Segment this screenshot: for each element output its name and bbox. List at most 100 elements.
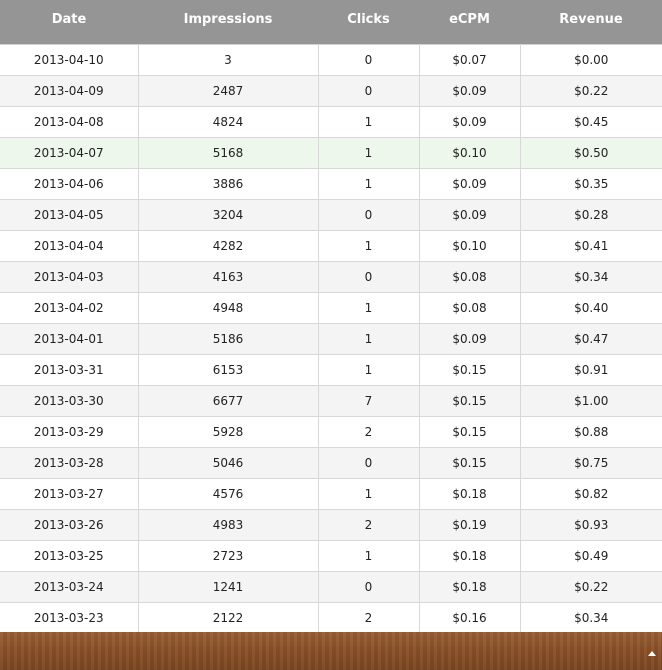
cell-impressions: 4948 (138, 292, 319, 324)
cell-revenue: $0.35 (520, 168, 662, 200)
cell-date: 2013-03-31 (0, 354, 139, 386)
cell-date: 2013-04-08 (0, 106, 139, 138)
column-header-clicks[interactable]: Clicks (318, 0, 419, 45)
cell-ecpm: $0.10 (419, 230, 521, 262)
cell-clicks: 2 (318, 416, 420, 448)
cell-date: 2013-04-10 (0, 44, 139, 76)
cell-revenue: $0.22 (520, 75, 662, 107)
table-row: 2013-03-23 2122 2 $0.16 $0.34 (0, 602, 662, 634)
cell-impressions: 2487 (138, 75, 319, 107)
cell-revenue: $0.22 (520, 571, 662, 603)
cell-clicks: 1 (318, 323, 420, 355)
cell-ecpm: $0.15 (419, 447, 521, 479)
cell-clicks: 7 (318, 385, 420, 417)
column-header-ecpm[interactable]: eCPM (419, 0, 520, 45)
table-row: 2013-04-08 4824 1 $0.09 $0.45 (0, 106, 662, 138)
cell-impressions: 6153 (138, 354, 319, 386)
cell-ecpm: $0.15 (419, 354, 521, 386)
footer-bar (0, 632, 662, 670)
table-row: 2013-03-25 2723 1 $0.18 $0.49 (0, 540, 662, 572)
cell-revenue: $0.49 (520, 540, 662, 572)
column-header-date[interactable]: Date (0, 0, 138, 45)
cell-impressions: 1241 (138, 571, 319, 603)
cell-impressions: 3886 (138, 168, 319, 200)
cell-revenue: $0.34 (520, 602, 662, 634)
chevron-up-icon[interactable] (648, 651, 656, 656)
cell-ecpm: $0.09 (419, 106, 521, 138)
cell-date: 2013-04-03 (0, 261, 139, 293)
cell-revenue: $0.40 (520, 292, 662, 324)
column-header-impressions[interactable]: Impressions (138, 0, 318, 45)
cell-ecpm: $0.10 (419, 137, 521, 169)
cell-date: 2013-03-28 (0, 447, 139, 479)
cell-ecpm: $0.08 (419, 261, 521, 293)
cell-impressions: 4282 (138, 230, 319, 262)
column-header-revenue[interactable]: Revenue (520, 0, 662, 45)
table-row: 2013-04-07 5168 1 $0.10 $0.50 (0, 137, 662, 169)
table-row: 2013-04-09 2487 0 $0.09 $0.22 (0, 75, 662, 107)
table-row: 2013-03-24 1241 0 $0.18 $0.22 (0, 571, 662, 603)
cell-date: 2013-03-27 (0, 478, 139, 510)
cell-date: 2013-04-02 (0, 292, 139, 324)
table-row: 2013-03-27 4576 1 $0.18 $0.82 (0, 478, 662, 510)
cell-ecpm: $0.09 (419, 199, 521, 231)
cell-revenue: $0.50 (520, 137, 662, 169)
cell-clicks: 0 (318, 75, 420, 107)
cell-ecpm: $0.18 (419, 540, 521, 572)
table-row: 2013-04-10 3 0 $0.07 $0.00 (0, 44, 662, 76)
cell-revenue: $0.00 (520, 44, 662, 76)
cell-ecpm: $0.15 (419, 385, 521, 417)
cell-impressions: 5168 (138, 137, 319, 169)
cell-impressions: 2723 (138, 540, 319, 572)
cell-clicks: 0 (318, 447, 420, 479)
cell-clicks: 1 (318, 168, 420, 200)
stats-table: Date Impressions Clicks eCPM Revenue 201… (0, 0, 662, 634)
cell-impressions: 3204 (138, 199, 319, 231)
cell-ecpm: $0.07 (419, 44, 521, 76)
table-row: 2013-03-28 5046 0 $0.15 $0.75 (0, 447, 662, 479)
cell-clicks: 1 (318, 137, 420, 169)
table-row: 2013-04-04 4282 1 $0.10 $0.41 (0, 230, 662, 262)
table-row: 2013-04-02 4948 1 $0.08 $0.40 (0, 292, 662, 324)
cell-revenue: $0.91 (520, 354, 662, 386)
cell-ecpm: $0.09 (419, 75, 521, 107)
cell-revenue: $0.28 (520, 199, 662, 231)
cell-clicks: 0 (318, 571, 420, 603)
cell-impressions: 4824 (138, 106, 319, 138)
cell-impressions: 2122 (138, 602, 319, 634)
table-body: 2013-04-10 3 0 $0.07 $0.00 2013-04-09 2487 0 $0.… (0, 44, 662, 634)
cell-clicks: 0 (318, 44, 420, 76)
table-row: 2013-03-31 6153 1 $0.15 $0.91 (0, 354, 662, 386)
cell-revenue: $1.00 (520, 385, 662, 417)
cell-date: 2013-04-07 (0, 137, 139, 169)
cell-clicks: 1 (318, 478, 420, 510)
cell-ecpm: $0.16 (419, 602, 521, 634)
cell-impressions: 4163 (138, 261, 319, 293)
table-row: 2013-03-29 5928 2 $0.15 $0.88 (0, 416, 662, 448)
cell-impressions: 3 (138, 44, 319, 76)
cell-clicks: 1 (318, 230, 420, 262)
cell-impressions: 5046 (138, 447, 319, 479)
cell-ecpm: $0.19 (419, 509, 521, 541)
page: Date Impressions Clicks eCPM Revenue 201… (0, 0, 662, 670)
header-row: Date Impressions Clicks eCPM Revenue (0, 0, 662, 45)
cell-revenue: $0.45 (520, 106, 662, 138)
cell-impressions: 6677 (138, 385, 319, 417)
cell-ecpm: $0.15 (419, 416, 521, 448)
table-row: 2013-04-06 3886 1 $0.09 $0.35 (0, 168, 662, 200)
cell-clicks: 0 (318, 199, 420, 231)
cell-ecpm: $0.09 (419, 323, 521, 355)
table-row: 2013-03-26 4983 2 $0.19 $0.93 (0, 509, 662, 541)
cell-revenue: $0.93 (520, 509, 662, 541)
cell-date: 2013-04-05 (0, 199, 139, 231)
cell-clicks: 1 (318, 292, 420, 324)
cell-clicks: 2 (318, 509, 420, 541)
cell-impressions: 5186 (138, 323, 319, 355)
cell-clicks: 0 (318, 261, 420, 293)
table-row: 2013-04-01 5186 1 $0.09 $0.47 (0, 323, 662, 355)
cell-impressions: 5928 (138, 416, 319, 448)
cell-date: 2013-04-06 (0, 168, 139, 200)
table-header: Date Impressions Clicks eCPM Revenue (0, 0, 662, 45)
cell-clicks: 1 (318, 106, 420, 138)
cell-ecpm: $0.18 (419, 478, 521, 510)
